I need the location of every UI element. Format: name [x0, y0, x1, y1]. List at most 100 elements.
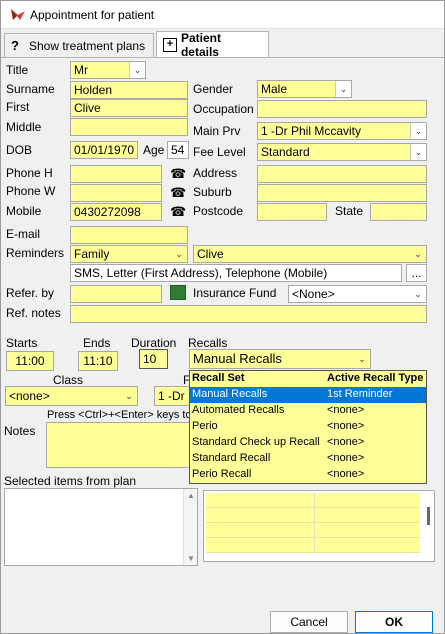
recall-option-standard-check-up-recall[interactable]: Standard Check up Recall <none>: [190, 435, 426, 451]
email-field[interactable]: [70, 226, 188, 244]
surname-field[interactable]: Holden: [70, 81, 188, 99]
recall-option-perio-recall[interactable]: Perio Recall <none>: [190, 467, 426, 483]
recall-option-perio[interactable]: Perio <none>: [190, 419, 426, 435]
tab-label: Patient details: [180, 31, 221, 59]
grid-row[interactable]: [206, 508, 420, 523]
ok-button[interactable]: OK: [355, 611, 433, 633]
reminders-more-button[interactable]: ...: [406, 264, 427, 282]
tab-patient-details[interactable]: + Patient details: [156, 31, 269, 59]
grid-scroll-thumb[interactable]: [427, 507, 430, 525]
starts-field[interactable]: 11:00: [6, 351, 54, 371]
reminders-more-label: ...: [411, 266, 422, 280]
title-value: Mr: [74, 63, 88, 77]
active-recall-type-header: Active Recall Type: [327, 372, 424, 384]
chevron-down-icon: ⌄: [175, 249, 183, 259]
cancel-label: Cancel: [290, 615, 328, 629]
chevron-down-icon: ⌄: [358, 354, 366, 364]
insurance-fund-value: <None>: [292, 287, 335, 301]
state-label: State: [335, 204, 364, 218]
recalls-combo[interactable]: Manual Recalls ⌄: [189, 349, 371, 369]
grid-row[interactable]: [206, 538, 420, 553]
phone-h-label: Phone H: [6, 166, 53, 180]
suburb-field[interactable]: [257, 184, 427, 202]
reminders-person-combo[interactable]: Clive ⌄: [193, 245, 427, 263]
class-combo[interactable]: <none> ⌄: [5, 386, 138, 406]
phone-home-field[interactable]: [70, 165, 162, 183]
refer-by-field[interactable]: [70, 285, 162, 303]
first-name-value: Clive: [74, 101, 101, 115]
refer-by-label: Refer. by: [6, 286, 55, 300]
surname-label: Surname: [6, 82, 55, 96]
main-provider-combo[interactable]: 1 -Dr Phil Mccavity ⌄: [257, 122, 427, 140]
recalls-value: Manual Recalls: [193, 351, 282, 366]
referrer-book-icon[interactable]: [170, 285, 186, 300]
postcode-field[interactable]: [257, 203, 327, 221]
ref-notes-field[interactable]: [70, 305, 427, 323]
mobile-label: Mobile: [6, 204, 42, 218]
add-page-icon: +: [163, 38, 177, 52]
recall-type-name: <none>: [327, 404, 365, 416]
middle-name-field[interactable]: [70, 118, 188, 136]
recall-option-automated-recalls[interactable]: Automated Recalls <none>: [190, 403, 426, 419]
title-combo[interactable]: Mr ⌄: [70, 61, 146, 79]
fee-level-combo[interactable]: Standard ⌄: [257, 143, 427, 161]
recall-option-standard-recall[interactable]: Standard Recall <none>: [190, 451, 426, 467]
phone-work-field[interactable]: [70, 184, 162, 202]
grid-row[interactable]: [206, 493, 420, 508]
dob-value: 01/01/1970: [74, 143, 135, 157]
tab-divider: [1, 57, 444, 58]
reminders-type-combo[interactable]: Family ⌄: [70, 245, 188, 263]
dob-field[interactable]: 01/01/1970: [70, 141, 138, 159]
plan-items-grid[interactable]: [203, 490, 435, 562]
recalls-dropdown-list[interactable]: Recall Set Active Recall Type Manual Rec…: [189, 370, 427, 484]
recall-set-name: Perio Recall: [192, 468, 252, 480]
title-label: Title: [6, 63, 29, 77]
scrollbar[interactable]: ▲ ▼: [183, 489, 197, 565]
address-label: Address: [193, 166, 238, 180]
chevron-down-icon: ⌄: [410, 144, 426, 160]
recall-set-name: Manual Recalls: [192, 388, 268, 400]
first-label: First: [6, 100, 30, 114]
app-logo-icon: [10, 8, 26, 22]
recall-type-name: <none>: [327, 468, 365, 480]
recalls-label: Recalls: [188, 336, 228, 350]
state-field[interactable]: [370, 203, 427, 221]
occupation-field[interactable]: [257, 100, 427, 118]
gender-combo[interactable]: Male ⌄: [257, 80, 352, 98]
telephone-icon[interactable]: ☎: [170, 205, 186, 219]
mobile-field[interactable]: 0430272098: [70, 203, 162, 221]
cancel-button[interactable]: Cancel: [270, 611, 348, 633]
starts-value: 11:00: [15, 354, 45, 368]
selected-items-label: Selected items from plan: [4, 474, 137, 488]
recall-set-name: Perio: [192, 420, 218, 432]
fee-level-value: Standard: [261, 145, 310, 159]
chevron-down-icon: ⌄: [410, 123, 426, 139]
telephone-icon[interactable]: ☎: [170, 186, 186, 200]
scroll-up-icon[interactable]: ▲: [187, 491, 195, 500]
ends-value: 11:10: [83, 354, 113, 368]
chevron-down-icon: ⌄: [414, 289, 422, 299]
tab-show-treatment-plans[interactable]: ? Show treatment plans: [4, 33, 154, 57]
notes-field[interactable]: [46, 422, 190, 468]
age-field: 54: [167, 141, 189, 159]
scroll-down-icon[interactable]: ▼: [187, 554, 195, 563]
telephone-icon[interactable]: ☎: [170, 167, 186, 181]
address-field[interactable]: [257, 165, 427, 183]
gender-value: Male: [261, 82, 288, 96]
insurance-fund-combo[interactable]: <None> ⌄: [288, 285, 427, 303]
dob-label: DOB: [6, 143, 33, 157]
grid-row[interactable]: [206, 523, 420, 538]
window-title: Appointment for patient: [30, 8, 155, 22]
chevron-down-icon: ⌄: [335, 81, 351, 97]
duration-field[interactable]: 10: [139, 349, 168, 369]
selected-items-list[interactable]: ▲ ▼: [4, 488, 198, 566]
provider-combo[interactable]: 1 -Dr: [154, 386, 190, 406]
ends-field[interactable]: 11:10: [78, 351, 118, 371]
ok-label: OK: [385, 615, 403, 629]
duration-label: Duration: [131, 336, 177, 350]
mobile-value: 0430272098: [74, 205, 141, 219]
recall-option-manual-recalls[interactable]: Manual Recalls 1st Reminder: [190, 387, 426, 403]
title-bar[interactable]: Appointment for patient: [1, 1, 444, 29]
reminders-type-value: Family: [74, 247, 110, 261]
first-name-field[interactable]: Clive: [70, 99, 188, 117]
